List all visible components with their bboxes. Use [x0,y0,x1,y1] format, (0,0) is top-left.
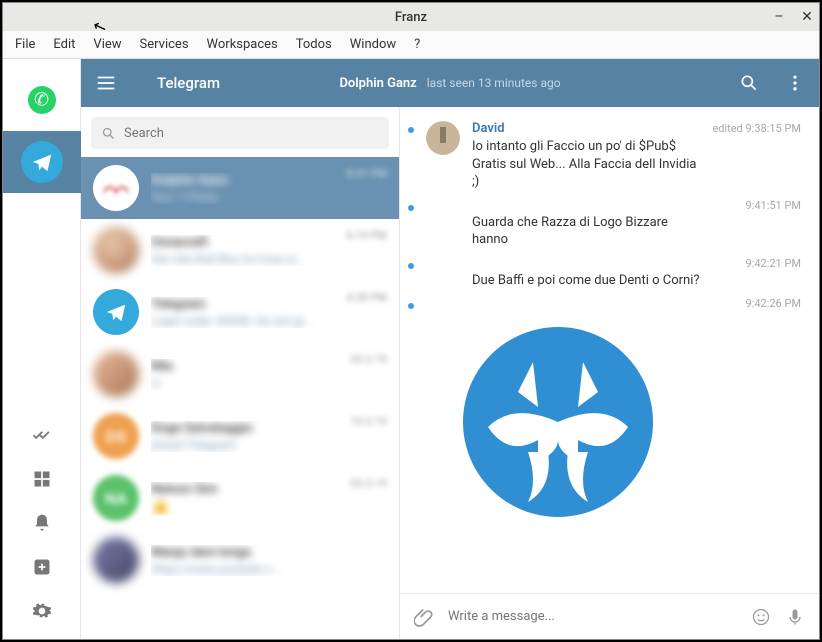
avatar [93,289,139,335]
message-timestamp: 9:42:26 PM [745,297,801,310]
chat-preview: Hai vita that Bisz la Cosa si… [151,252,335,266]
chat-item[interactable]: NA Nelson Sim 👍 05.3.19 [81,467,399,529]
search-field-icon [101,126,116,141]
chat-preview: joined Telegram [151,438,338,452]
chat-preview: https://www.youtube.c… [151,562,375,576]
chat-name: Mia [151,359,338,374]
plus-icon[interactable] [32,557,52,577]
sidebar-service-whatsapp[interactable] [3,69,81,131]
menu-help[interactable]: ? [414,37,420,52]
chat-preview: Login code: 40438. Do not gi… [151,314,335,328]
gear-icon[interactable] [32,601,52,621]
microphone-icon[interactable] [785,607,805,627]
chat-preview: ci [151,376,338,390]
chat-name: Telegram [151,297,335,312]
avatar [93,227,139,273]
message-timestamp: 9:41:51 PM [745,199,801,212]
header-contact-name[interactable]: Dolphin Ganz [339,76,416,91]
avatar [93,537,139,583]
chat-item[interactable]: Manju dani longa https://www.youtube.c… [81,529,399,591]
unread-dot [408,205,414,211]
chat-name: Dolphin Ganz [151,173,335,188]
search-box[interactable] [91,117,389,149]
app-name: Telegram [157,74,220,92]
chat-item[interactable]: Mia ci 05.3.19 [81,343,399,405]
message-timestamp: edited 9:38:15 PM [712,122,801,135]
avatar: DS [93,413,139,459]
menu-workspaces[interactable]: Workspaces [207,37,278,52]
menu-window[interactable]: Window [350,37,396,52]
checkmarks-icon[interactable] [32,425,52,445]
avatar [93,165,139,211]
telegram-header: Telegram Dolphin Ganz last seen 13 minut… [81,59,819,107]
titlebar: ↖ Franz – ✕ [3,3,819,31]
avatar: NA [93,475,139,521]
header-contact-status: last seen 13 minutes ago [427,76,561,90]
menu-todos[interactable]: Todos [296,37,332,52]
chat-preview: You: 1 Photo [151,190,335,204]
conversation: David edited 9:38:15 PM Io intanto gli F… [400,107,819,639]
sender-name[interactable]: David [472,121,505,136]
search-icon[interactable] [739,73,759,93]
avatar [93,351,139,397]
menu-edit[interactable]: Edit [53,37,75,52]
menu-view[interactable]: View [93,37,121,52]
chat-name: Osnacraft [151,235,335,250]
attach-icon[interactable] [414,607,434,627]
sticker-image[interactable] [458,322,658,522]
chat-item[interactable]: DS Doge Salvataggio joined Telegram 10.3.… [81,405,399,467]
message-text: Guarda che Razza di Logo Bizzare hanno [472,214,702,249]
chat-time: 05.3.19 [350,477,387,490]
grid-icon[interactable] [32,469,52,489]
message-text: Due Baffi e poi come due Denti o Corni? [472,272,702,290]
bell-icon[interactable] [32,513,52,533]
whatsapp-icon [28,86,56,114]
search-input[interactable] [124,126,379,141]
menu-services[interactable]: Services [140,37,189,52]
chat-name: Manju dani longa [151,545,375,560]
more-icon[interactable] [785,73,805,93]
chat-time: 10.3.19 [350,415,387,428]
telegram-icon [21,141,63,183]
hamburger-icon[interactable] [95,72,117,94]
chat-time: 05.3.19 [350,353,387,366]
menubar: File Edit View Services Workspaces Todos… [3,31,819,59]
unread-dot [408,303,414,309]
message-input[interactable] [448,609,737,624]
chat-time: 6:19 PM [347,229,387,242]
emoji-icon[interactable] [751,607,771,627]
chat-time: 4:28 PM [347,291,387,304]
chat-item[interactable]: Telegram Login code: 40438. Do not gi… 4:… [81,281,399,343]
message-text: Io intanto gli Faccio un po' di $Pub$ Gr… [472,138,702,191]
message-composer [400,593,819,639]
minimize-button[interactable]: – [771,9,787,25]
unread-dot [408,127,414,133]
window-title: Franz [395,10,427,25]
sender-avatar[interactable] [426,121,460,155]
chat-preview: 👍 [151,499,338,515]
chat-item[interactable]: Dolphin Ganz You: 1 Photo 8:41 PM [81,157,399,219]
chat-name: Doge Salvataggio [151,421,338,436]
menu-file[interactable]: File [15,37,35,52]
close-button[interactable]: ✕ [799,9,815,25]
chat-name: Nelson Sim [151,482,338,497]
chat-list: Dolphin Ganz You: 1 Photo 8:41 PM Osnacra… [81,107,400,639]
franz-sidebar [3,59,81,639]
sidebar-service-telegram[interactable] [3,131,81,193]
unread-dot [408,263,414,269]
chat-time: 8:41 PM [347,167,387,180]
chat-item[interactable]: OsnacraftHai vita that Bisz la Cosa si… … [81,219,399,281]
message-timestamp: 9:42:21 PM [745,257,801,270]
